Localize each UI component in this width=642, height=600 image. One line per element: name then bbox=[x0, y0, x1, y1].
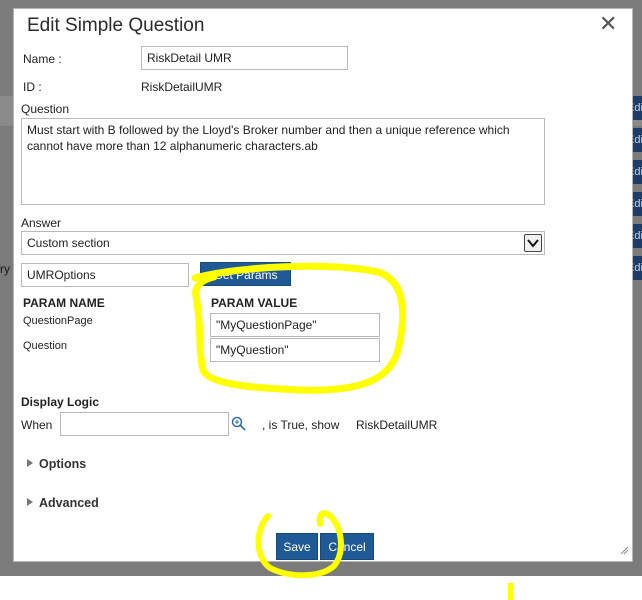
highlight-mark bbox=[508, 583, 513, 600]
param-value-input[interactable]: "MyQuestionPage" bbox=[210, 313, 380, 337]
triangle-right-icon bbox=[27, 498, 33, 506]
search-icon[interactable] bbox=[231, 416, 246, 434]
save-button[interactable]: Save bbox=[276, 533, 318, 560]
name-input[interactable]: RiskDetail UMR bbox=[141, 46, 348, 70]
id-label: ID : bbox=[23, 80, 42, 94]
id-value: RiskDetailUMR bbox=[141, 80, 223, 94]
question-textarea[interactable]: Must start with B followed by the Lloyd'… bbox=[21, 118, 545, 205]
advanced-section-label: Advanced bbox=[39, 496, 99, 510]
when-condition-input[interactable] bbox=[60, 412, 229, 436]
when-label: When bbox=[21, 418, 53, 432]
param-value-header: PARAM VALUE bbox=[211, 296, 298, 310]
triangle-right-icon bbox=[27, 459, 33, 467]
name-label: Name : bbox=[23, 52, 62, 66]
options-section-toggle[interactable]: Options bbox=[27, 457, 86, 471]
answer-label: Answer bbox=[21, 216, 62, 230]
display-logic-label: Display Logic bbox=[21, 395, 100, 409]
answer-select[interactable]: Custom section bbox=[21, 231, 545, 255]
advanced-section-toggle[interactable]: Advanced bbox=[27, 496, 99, 510]
options-section-label: Options bbox=[39, 457, 87, 471]
answer-select-value: Custom section bbox=[27, 236, 110, 250]
param-name-header: PARAM NAME bbox=[23, 296, 105, 310]
options-source-input[interactable]: UMROptions bbox=[21, 263, 189, 287]
edit-question-dialog: Edit Simple Question ✕ Name : RiskDetail… bbox=[13, 8, 633, 562]
resize-grip-icon[interactable] bbox=[620, 544, 629, 558]
param-name-cell: Question bbox=[23, 340, 68, 352]
dialog-title: Edit Simple Question bbox=[27, 15, 205, 36]
close-icon[interactable]: ✕ bbox=[599, 11, 617, 37]
background-text-fragment: ry bbox=[0, 262, 10, 276]
param-name-cell: QuestionPage bbox=[23, 315, 93, 327]
param-value-input[interactable]: "MyQuestion" bbox=[210, 338, 380, 362]
is-true-show-text: , is True, show bbox=[262, 418, 340, 432]
get-params-button[interactable]: Get Params bbox=[200, 262, 291, 286]
display-logic-target: RiskDetailUMR bbox=[356, 418, 438, 432]
cancel-button[interactable]: Cancel bbox=[320, 533, 374, 560]
chevron-down-icon[interactable] bbox=[524, 234, 542, 252]
question-label: Question bbox=[21, 102, 70, 116]
